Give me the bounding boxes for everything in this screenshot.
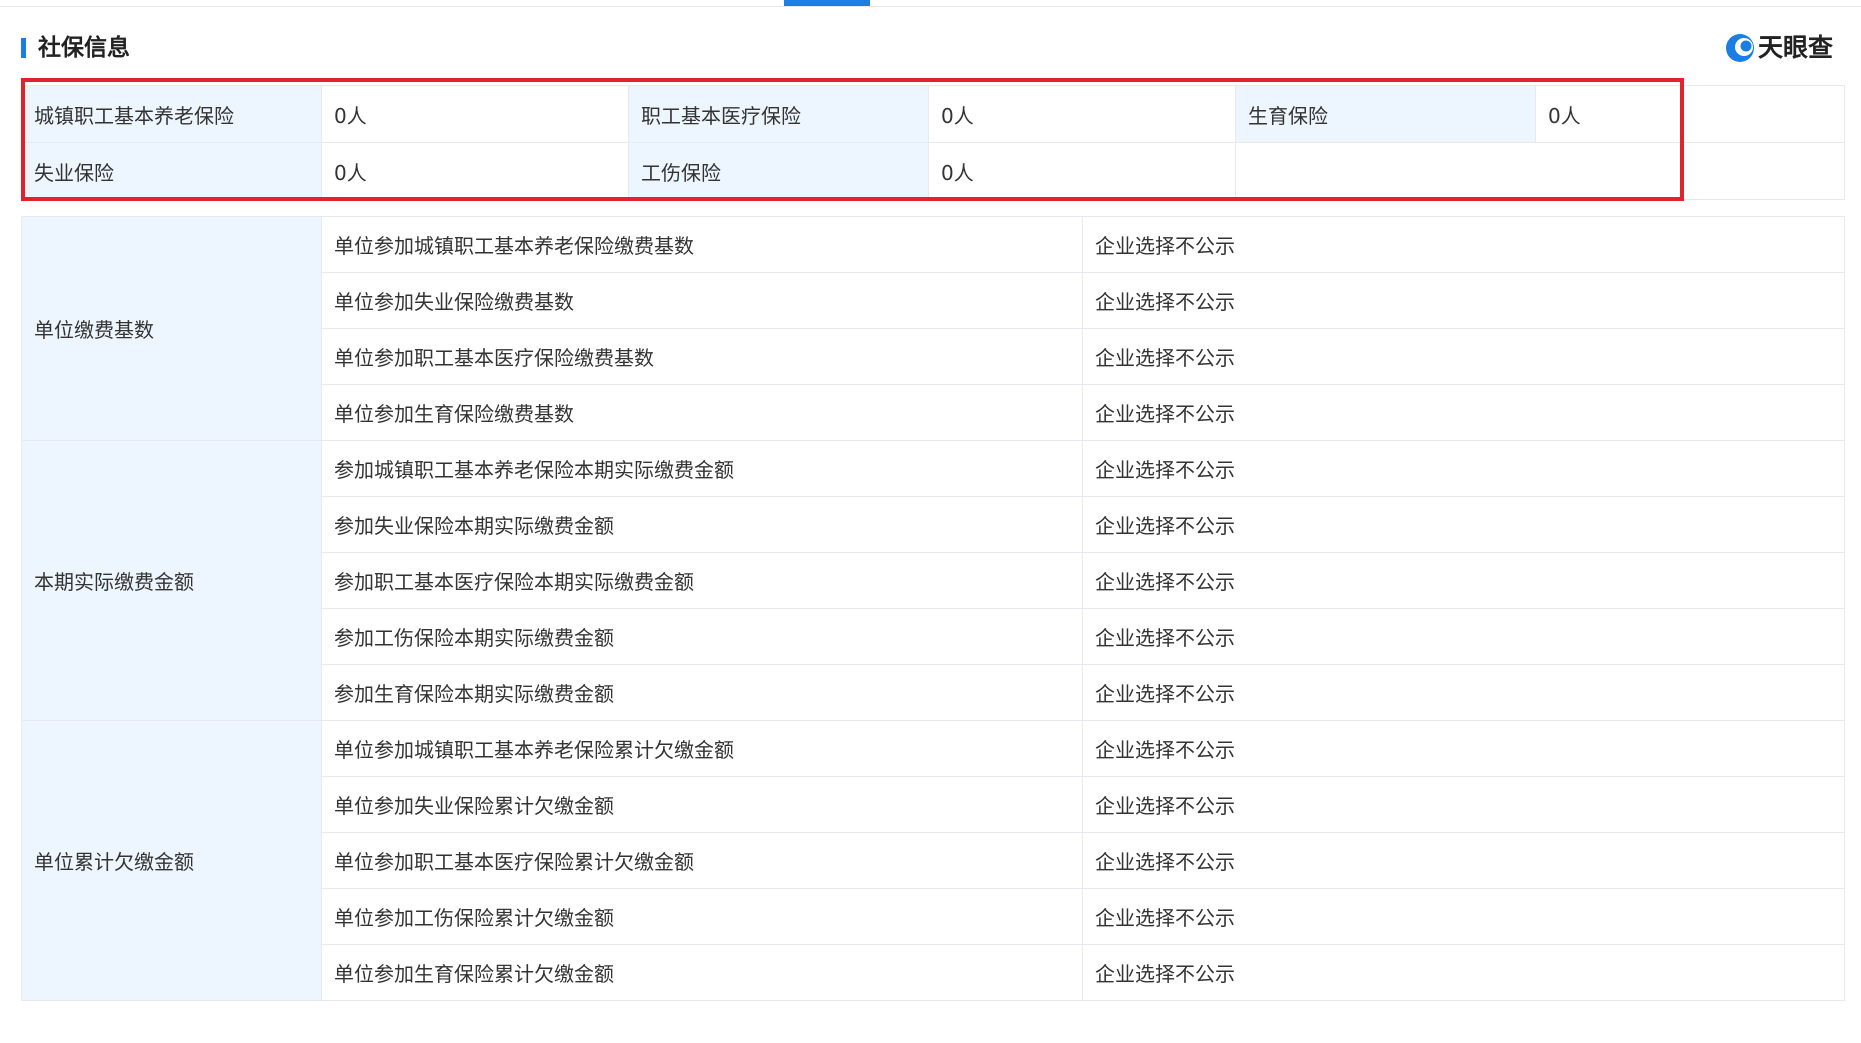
medical-insurance-label: 职工基本医疗保险 [628, 85, 929, 143]
item-label: 单位参加失业保险缴费基数 [321, 272, 1083, 329]
unemployment-insurance-label: 失业保险 [21, 142, 322, 200]
section-accent-bar [21, 38, 26, 58]
table-row: 单位累计欠缴金额 单位参加城镇职工基本养老保险累计欠缴金额 企业选择不公示 [21, 720, 1845, 1001]
top-divider [0, 6, 1861, 7]
empty-cell [1235, 142, 1845, 200]
item-value: 企业选择不公示 [1082, 440, 1845, 497]
group-label: 本期实际缴费金额 [21, 440, 322, 721]
logo-text: 天眼查 [1758, 33, 1834, 62]
item-value: 企业选择不公示 [1082, 328, 1845, 385]
item-value: 企业选择不公示 [1082, 216, 1845, 273]
active-tab-indicator [784, 0, 870, 6]
item-label: 单位参加生育保险缴费基数 [321, 384, 1083, 441]
item-value: 企业选择不公示 [1082, 664, 1845, 721]
pension-insurance-value: 0人 [321, 85, 629, 143]
item-label: 单位参加职工基本医疗保险累计欠缴金额 [321, 832, 1083, 889]
item-value: 企业选择不公示 [1082, 552, 1845, 609]
item-label: 参加职工基本医疗保险本期实际缴费金额 [321, 552, 1083, 609]
item-label: 单位参加职工基本医疗保险缴费基数 [321, 328, 1083, 385]
item-value: 企业选择不公示 [1082, 888, 1845, 945]
table-row: 单位缴费基数 单位参加城镇职工基本养老保险缴费基数 企业选择不公示 [21, 216, 1845, 441]
item-value: 企业选择不公示 [1082, 608, 1845, 665]
item-label: 单位参加工伤保险累计欠缴金额 [321, 888, 1083, 945]
table-row: 城镇职工基本养老保险 0人 职工基本医疗保险 0人 生育保险 0人 [21, 85, 1845, 143]
item-label: 参加失业保险本期实际缴费金额 [321, 496, 1083, 553]
item-value: 企业选择不公示 [1082, 272, 1845, 329]
pension-insurance-label: 城镇职工基本养老保险 [21, 85, 322, 143]
item-value: 企业选择不公示 [1082, 496, 1845, 553]
item-label: 参加工伤保险本期实际缴费金额 [321, 608, 1083, 665]
group-label: 单位累计欠缴金额 [21, 720, 322, 1001]
item-label: 参加城镇职工基本养老保险本期实际缴费金额 [321, 440, 1083, 497]
medical-insurance-value: 0人 [928, 85, 1236, 143]
item-value: 企业选择不公示 [1082, 776, 1845, 833]
payment-detail-table: 单位缴费基数 单位参加城镇职工基本养老保险缴费基数 企业选择不公示 单位参加失业… [21, 216, 1845, 1001]
item-label: 单位参加城镇职工基本养老保险累计欠缴金额 [321, 720, 1083, 777]
maternity-insurance-value: 0人 [1535, 85, 1845, 143]
item-label: 单位参加城镇职工基本养老保险缴费基数 [321, 216, 1083, 273]
tianyancha-logo-icon [1726, 34, 1754, 62]
section-title: 社保信息 [38, 35, 130, 61]
item-label: 单位参加生育保险累计欠缴金额 [321, 944, 1083, 1001]
item-value: 企业选择不公示 [1082, 944, 1845, 1001]
item-label: 参加生育保险本期实际缴费金额 [321, 664, 1083, 721]
injury-insurance-label: 工伤保险 [628, 142, 929, 200]
item-value: 企业选择不公示 [1082, 384, 1845, 441]
group-label: 单位缴费基数 [21, 216, 322, 441]
item-label: 单位参加失业保险累计欠缴金额 [321, 776, 1083, 833]
unemployment-insurance-value: 0人 [321, 142, 629, 200]
insured-count-table: 城镇职工基本养老保险 0人 职工基本医疗保险 0人 生育保险 0人 失业保险 0… [21, 85, 1845, 200]
item-value: 企业选择不公示 [1082, 720, 1845, 777]
table-row: 本期实际缴费金额 参加城镇职工基本养老保险本期实际缴费金额 企业选择不公示 [21, 440, 1845, 721]
item-value: 企业选择不公示 [1082, 832, 1845, 889]
tianyancha-logo[interactable]: 天眼查 [1724, 30, 1833, 66]
injury-insurance-value: 0人 [928, 142, 1236, 200]
maternity-insurance-label: 生育保险 [1235, 85, 1536, 143]
table-row: 失业保险 0人 工伤保险 0人 [21, 142, 1845, 200]
